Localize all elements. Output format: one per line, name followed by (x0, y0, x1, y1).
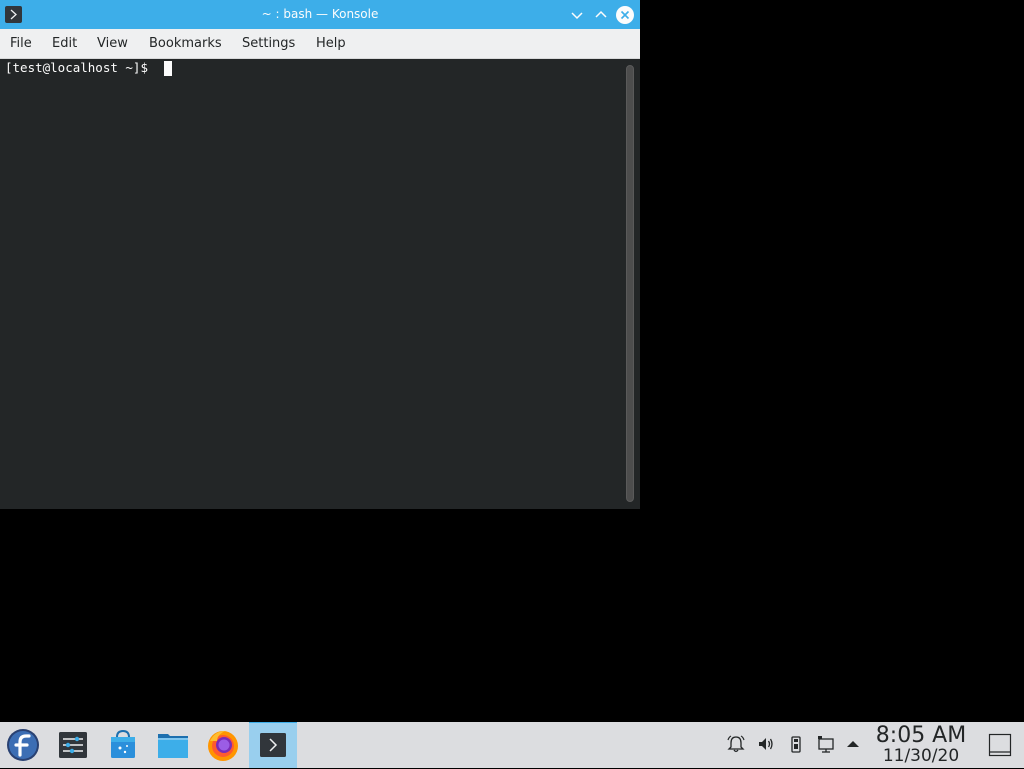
maximize-icon[interactable] (592, 6, 610, 24)
terminal-area[interactable]: [test@localhost ~]$ (0, 59, 622, 509)
system-settings-icon[interactable] (53, 725, 93, 765)
konsole-icon[interactable] (253, 725, 293, 765)
discover-icon[interactable] (103, 725, 143, 765)
notifications-icon[interactable] (726, 734, 746, 754)
close-icon[interactable] (616, 6, 634, 24)
removable-device-icon[interactable] (786, 734, 806, 754)
scrollbar-thumb[interactable] (626, 65, 634, 502)
clock-time[interactable]: 8:05 AM (860, 723, 982, 748)
volume-icon[interactable] (756, 734, 776, 754)
network-icon[interactable] (816, 734, 836, 754)
fedora-launcher-icon[interactable] (3, 725, 43, 765)
text-cursor (164, 61, 172, 76)
window-title: ~ : bash — Konsole (261, 7, 379, 21)
konsole-window: ~ : bash — Konsole File Edit View Bookma… (0, 0, 640, 509)
menubar: File Edit View Bookmarks Settings Help (0, 29, 640, 59)
menu-settings[interactable]: Settings (242, 36, 295, 51)
menu-help[interactable]: Help (316, 36, 346, 51)
shell-prompt: [test@localhost ~]$ (5, 60, 156, 75)
firefox-icon[interactable] (203, 725, 243, 765)
menu-file[interactable]: File (10, 36, 32, 51)
minimize-icon[interactable] (568, 6, 586, 24)
clock-date[interactable]: 11/30/20 (860, 746, 982, 766)
menu-bookmarks[interactable]: Bookmarks (149, 36, 222, 51)
window-titlebar[interactable]: ~ : bash — Konsole (0, 0, 640, 29)
dolphin-file-manager-icon[interactable] (153, 725, 193, 765)
menu-view[interactable]: View (97, 36, 128, 51)
show-desktop-icon[interactable] (988, 733, 1012, 757)
menu-edit[interactable]: Edit (52, 36, 77, 51)
